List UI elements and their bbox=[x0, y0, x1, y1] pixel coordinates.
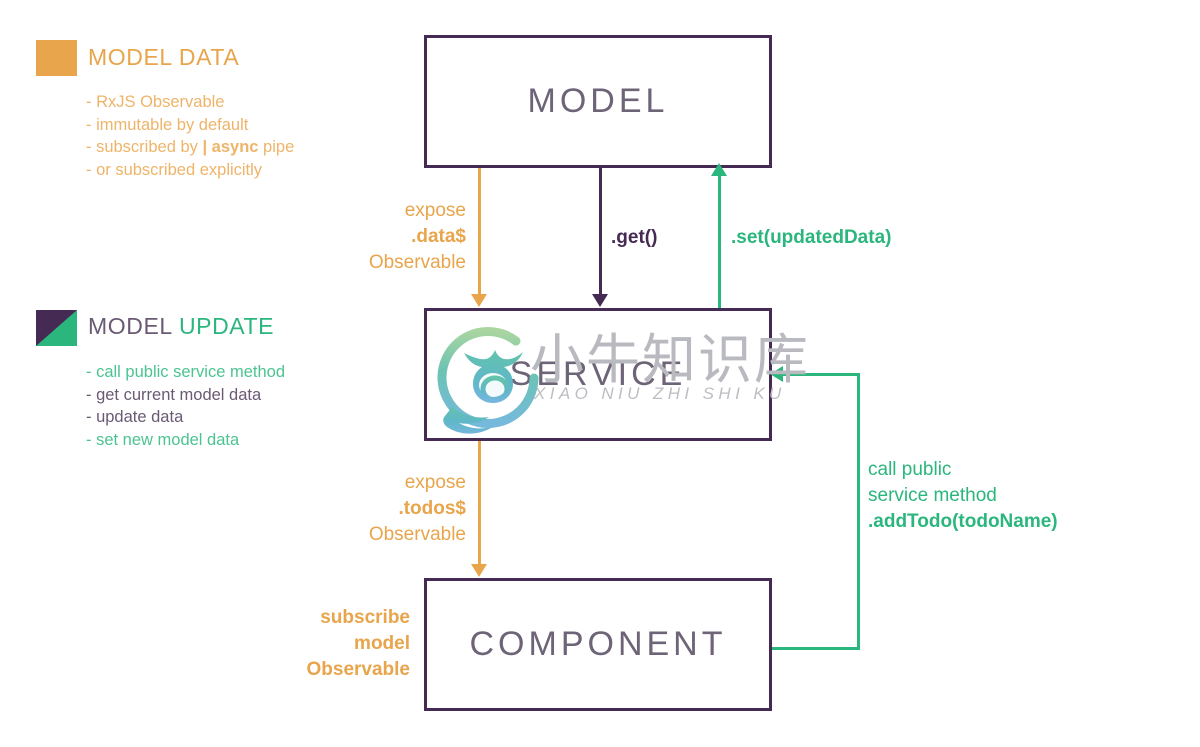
legend-title-model-update-model: MODEL bbox=[88, 313, 172, 339]
edge-label-call-service: call public service method .addTodo(todo… bbox=[868, 457, 1058, 535]
legend-title-model-data: MODEL DATA bbox=[88, 44, 239, 71]
legend-title-model-update-update: UPDATE bbox=[171, 313, 275, 339]
connector-get-arrowhead bbox=[592, 294, 608, 307]
connector-get-line bbox=[599, 168, 602, 296]
edge-label-expose-todos: expose .todos$ Observable bbox=[288, 470, 466, 548]
node-service: SERVICE bbox=[424, 308, 772, 441]
legend-list-model-update: - call public service method - get curre… bbox=[86, 361, 285, 451]
legend-item: - set new model data bbox=[86, 430, 240, 449]
edge-label-get: .get() bbox=[611, 225, 657, 251]
node-component: COMPONENT bbox=[424, 578, 772, 711]
legend-title-model-data-text: MODEL DATA bbox=[88, 44, 240, 70]
edge-label-line: expose bbox=[404, 472, 466, 493]
legend-item: - subscribed by | async pipe bbox=[86, 138, 295, 156]
connector-call-service-arrowhead bbox=[770, 366, 783, 382]
edge-label-line: model bbox=[354, 633, 410, 654]
connector-expose-data-line bbox=[478, 168, 481, 296]
edge-label-line: Observable bbox=[368, 252, 466, 273]
legend-swatch-model-data bbox=[36, 40, 77, 76]
legend-swatch-model-update bbox=[36, 310, 77, 346]
connector-expose-todos-arrowhead bbox=[471, 564, 487, 577]
connector-set-line bbox=[718, 175, 721, 308]
edge-label-line: .addTodo(todoName) bbox=[868, 511, 1058, 532]
connector-call-service-right bbox=[857, 373, 860, 650]
legend-item: - get current model data bbox=[86, 385, 262, 404]
connector-expose-todos-line bbox=[478, 441, 481, 566]
edge-label-line: .set(updatedData) bbox=[731, 227, 892, 248]
connector-set-arrowhead bbox=[711, 163, 727, 176]
edge-label-line: expose bbox=[404, 200, 466, 221]
edge-label-set: .set(updatedData) bbox=[731, 225, 891, 251]
legend-item: - RxJS Observable bbox=[86, 93, 225, 111]
edge-label-line: subscribe bbox=[320, 607, 410, 628]
edge-label-line: .todos$ bbox=[398, 498, 466, 519]
connector-call-service-top bbox=[782, 373, 860, 376]
legend-list-model-data: - RxJS Observable - immutable by default… bbox=[86, 91, 294, 181]
legend-title-model-update: MODEL UPDATE bbox=[88, 313, 274, 340]
edge-label-line: .data$ bbox=[411, 226, 466, 247]
edge-label-line: Observable bbox=[368, 524, 466, 545]
connector-expose-data-arrowhead bbox=[471, 294, 487, 307]
node-service-label: SERVICE bbox=[509, 355, 687, 393]
diagram-canvas: MODEL DATA - RxJS Observable - immutable… bbox=[0, 0, 1200, 747]
edge-label-line: call public bbox=[868, 459, 952, 480]
edge-label-line: Observable bbox=[306, 659, 411, 680]
edge-label-line: service method bbox=[868, 485, 997, 506]
legend-item: - call public service method bbox=[86, 363, 285, 381]
legend-item: - immutable by default bbox=[86, 115, 249, 134]
node-model: MODEL bbox=[424, 35, 772, 168]
connector-call-service-bottom bbox=[772, 647, 860, 650]
legend-item: - or subscribed explicitly bbox=[86, 160, 263, 179]
node-component-label: COMPONENT bbox=[469, 625, 727, 663]
node-model-label: MODEL bbox=[527, 82, 669, 120]
legend-item: - update data bbox=[86, 408, 184, 426]
edge-label-line: .get() bbox=[611, 227, 658, 248]
edge-label-expose-data: expose .data$ Observable bbox=[288, 198, 466, 276]
edge-label-subscribe: subscribe model Observable bbox=[230, 605, 411, 683]
